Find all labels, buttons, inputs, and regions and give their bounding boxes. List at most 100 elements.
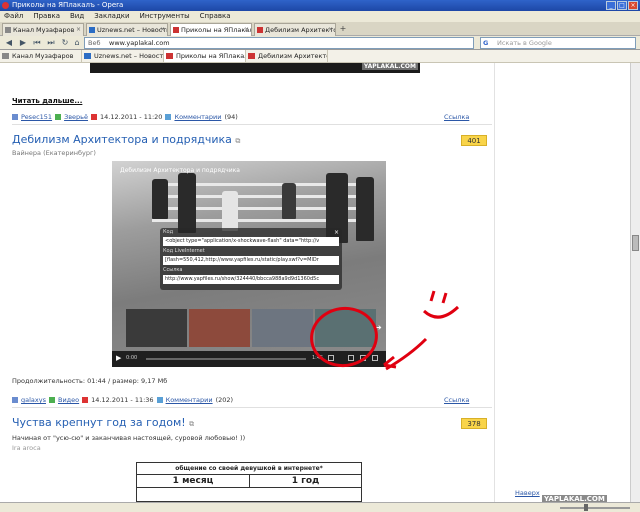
video-duration: Продолжительность: 01:44 / размер: 9,17 … — [12, 377, 168, 385]
menu-tools[interactable]: Инструменты — [140, 11, 190, 22]
external-link-icon[interactable]: ⧉ — [189, 420, 194, 428]
forward-icon[interactable]: ▶ — [18, 38, 28, 48]
permalink[interactable]: Ссылка — [444, 113, 469, 121]
embed-label: Ссылка — [163, 267, 183, 273]
post-title-text: Дебилизм Архитектора и подрядчика — [12, 133, 232, 146]
user-icon — [12, 397, 18, 403]
zoom-slider-knob[interactable] — [584, 504, 588, 511]
menu-view[interactable]: Вид — [70, 11, 84, 22]
arrow-icon — [55, 114, 62, 120]
post-title[interactable]: Дебилизм Архитектора и подрядчика ⧉ — [12, 133, 240, 146]
permalink[interactable]: Ссылка — [444, 396, 469, 404]
new-tab-button[interactable]: + — [338, 24, 348, 34]
thumbnail[interactable] — [126, 309, 187, 347]
back-icon[interactable]: ◀ — [4, 38, 14, 48]
google-icon: G — [483, 39, 489, 47]
fullscreen-icon[interactable] — [372, 355, 378, 361]
tab-close-icon[interactable]: × — [160, 24, 165, 36]
embed-code-field[interactable]: <object type="application/x-shockwave-fl… — [163, 237, 339, 246]
web-prefix: Веб — [88, 39, 101, 47]
strip-tab-uznews[interactable]: Uznews.net – Новости ... — [82, 50, 164, 62]
seek-bar[interactable] — [146, 358, 306, 360]
strip-tab-muzafarov[interactable]: Канал Музафаров — [0, 50, 82, 62]
author-link[interactable]: galaxys — [21, 396, 46, 404]
search-input[interactable]: G Искать в Google — [480, 37, 636, 49]
window-title: Приколы на ЯПлакалъ - Opera — [12, 1, 124, 9]
home-icon[interactable]: ⌂ — [72, 38, 82, 48]
fast-forward-icon[interactable]: ⏭ — [46, 38, 56, 48]
yaplakal-icon — [257, 27, 263, 33]
tab-close-icon[interactable]: × — [328, 24, 333, 36]
liveinternet-code-field[interactable]: [flash=550,412,http://www.yapfiles.ru/st… — [163, 256, 339, 265]
scrollbar-thumb[interactable] — [632, 235, 639, 251]
external-link-icon[interactable]: ⧉ — [235, 137, 240, 145]
divider — [12, 407, 492, 408]
post-title[interactable]: Чуства крепнут год за годом! ⧉ — [12, 416, 194, 429]
strip-tab-debilizm[interactable]: Дебилизм Архитектора ... — [246, 50, 328, 62]
page-icon — [2, 53, 9, 59]
strip-tab-label: Дебилизм Архитектора ... — [258, 52, 327, 60]
post-title-text: Чуства крепнут год за годом! — [12, 416, 186, 429]
tab-label: Приколы на ЯПлакалъ — [181, 26, 252, 34]
url-text: www.yaplakal.com — [109, 39, 170, 47]
menu-edit[interactable]: Правка — [33, 11, 60, 22]
video-title: Дебилизм Архитектора и подрядчика — [120, 167, 240, 174]
thumbnail[interactable] — [252, 309, 313, 347]
tab-close-icon[interactable]: × — [76, 24, 81, 36]
main-content: YAPLAKAL.COM Читать дальше... Pesec151 З… — [12, 63, 492, 502]
tab-bar: Канал Музафаров × Uznews.net – Новости .… — [0, 22, 640, 36]
thumbnail[interactable] — [189, 309, 250, 347]
strip-tab-label: Приколы на ЯПлакалъ — [176, 52, 246, 60]
zoom-slider[interactable] — [560, 507, 630, 509]
post-meta: Pesec151 Зверьё 14.12.2011 - 11:20 Комме… — [12, 113, 469, 121]
post-meta: galaxys Видео 14.12.2011 - 11:36 Коммент… — [12, 396, 469, 404]
category-link[interactable]: Зверьё — [64, 113, 88, 121]
tab-debilizm[interactable]: Дебилизм Архитектора ... × — [254, 23, 336, 36]
comments-link[interactable]: Комментарии — [166, 396, 213, 404]
maximize-button[interactable]: □ — [617, 1, 627, 10]
post-date: 14.12.2011 - 11:36 — [91, 396, 154, 404]
calendar-icon — [91, 114, 98, 120]
image-table-header: общение со своей девушкой в интернете* — [137, 463, 361, 475]
tab-label: Uznews.net – Новости ... — [97, 26, 168, 34]
post-image: общение со своей девушкой в интернете* 1… — [136, 462, 362, 502]
image-table-row: 1 месяц 1 год — [137, 475, 361, 488]
embed-code-panel: × Код <object type="application/x-shockw… — [160, 228, 342, 290]
rewind-icon[interactable]: ⏮ — [32, 38, 42, 48]
tab-uznews[interactable]: Uznews.net – Новости ... × — [86, 23, 168, 36]
menu-help[interactable]: Справка — [200, 11, 231, 22]
author-link[interactable]: Pesec151 — [21, 113, 52, 121]
tab-yaplakal[interactable]: Приколы на ЯПлакалъ × — [170, 23, 252, 36]
page-viewport: YAPLAKAL.COM Читать дальше... Pesec151 З… — [0, 63, 640, 502]
play-icon[interactable]: ▶ — [116, 354, 121, 362]
post-author: Ira aroca — [12, 444, 41, 452]
yaplakal-icon — [173, 27, 179, 33]
back-to-top-link[interactable]: Наверх — [515, 489, 540, 497]
close-button[interactable]: × — [628, 1, 638, 10]
reload-icon[interactable]: ↻ — [60, 38, 70, 48]
image-table-cell: 1 год — [249, 475, 361, 488]
tab-close-icon[interactable]: × — [244, 24, 249, 36]
comments-count: (94) — [224, 113, 238, 121]
read-more-link[interactable]: Читать дальше... — [12, 97, 82, 105]
tab-muzafarov[interactable]: Канал Музафаров × — [2, 23, 84, 36]
page-scrollbar[interactable] — [630, 63, 640, 502]
yaplakal-icon — [248, 53, 255, 59]
menu-bookmarks[interactable]: Закладки — [94, 11, 129, 22]
category-link[interactable]: Видео — [58, 396, 79, 404]
rating-badge[interactable]: 401 — [461, 135, 487, 146]
close-icon[interactable]: × — [334, 229, 339, 236]
divider — [12, 124, 492, 125]
embed-label: Код LiveInternet — [163, 248, 205, 254]
comments-link[interactable]: Комментарии — [174, 113, 221, 121]
strip-tab-yaplakal[interactable]: Приколы на ЯПлакалъ — [164, 50, 246, 62]
rating-badge[interactable]: 378 — [461, 418, 487, 429]
right-sidebar: Наверх — [494, 63, 630, 502]
arrow-icon — [48, 397, 55, 403]
tab-strip: Канал Музафаров Uznews.net – Новости ...… — [0, 50, 640, 63]
menu-file[interactable]: Файл — [4, 11, 23, 22]
minimize-button[interactable]: _ — [606, 1, 616, 10]
tab-label: Канал Музафаров — [13, 26, 75, 34]
address-input[interactable]: Веб www.yaplakal.com — [84, 37, 474, 49]
video-link-field[interactable]: http://www.yapfiles.ru/show/324440/bbcca… — [163, 275, 339, 284]
